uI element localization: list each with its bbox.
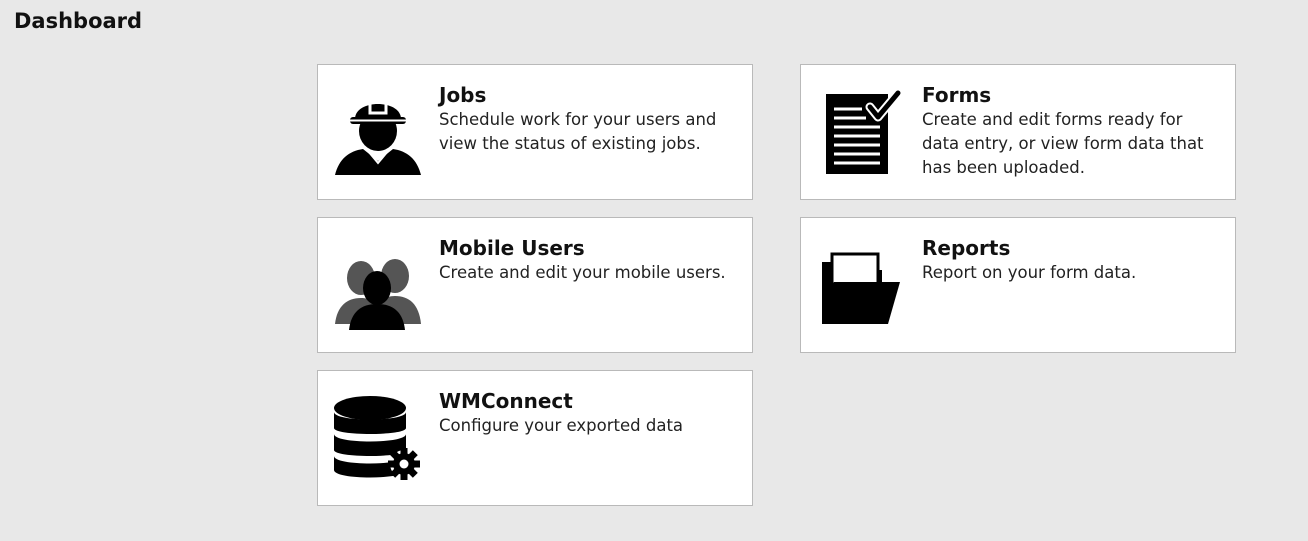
page-title: Dashboard bbox=[14, 9, 143, 33]
tile-description: Create and edit forms ready for data ent… bbox=[922, 110, 1204, 177]
database-gear-icon bbox=[328, 395, 428, 485]
checklist-document-icon bbox=[811, 89, 911, 179]
tile-title: WMConnect bbox=[439, 389, 573, 413]
tile-description: Report on your form data. bbox=[922, 263, 1137, 282]
tile-title: Reports bbox=[922, 236, 1011, 260]
tile-title: Jobs bbox=[439, 83, 487, 107]
tile-description: Schedule work for your users and view th… bbox=[439, 110, 717, 153]
jobs-tile[interactable]: Jobs Schedule work for your users and vi… bbox=[317, 64, 753, 200]
construction-worker-icon bbox=[328, 89, 428, 179]
reports-tile[interactable]: Reports Report on your form data. bbox=[800, 217, 1236, 353]
forms-tile[interactable]: Forms Create and edit forms ready for da… bbox=[800, 64, 1236, 200]
users-group-icon bbox=[328, 242, 428, 332]
mobile-users-tile[interactable]: Mobile Users Create and edit your mobile… bbox=[317, 217, 753, 353]
wmconnect-tile[interactable]: WMConnect Configure your exported data bbox=[317, 370, 753, 506]
folder-icon bbox=[811, 242, 911, 332]
tile-description: Configure your exported data bbox=[439, 416, 684, 435]
tile-description: Create and edit your mobile users. bbox=[439, 263, 726, 282]
tile-title: Forms bbox=[922, 83, 992, 107]
tile-title: Mobile Users bbox=[439, 236, 585, 260]
